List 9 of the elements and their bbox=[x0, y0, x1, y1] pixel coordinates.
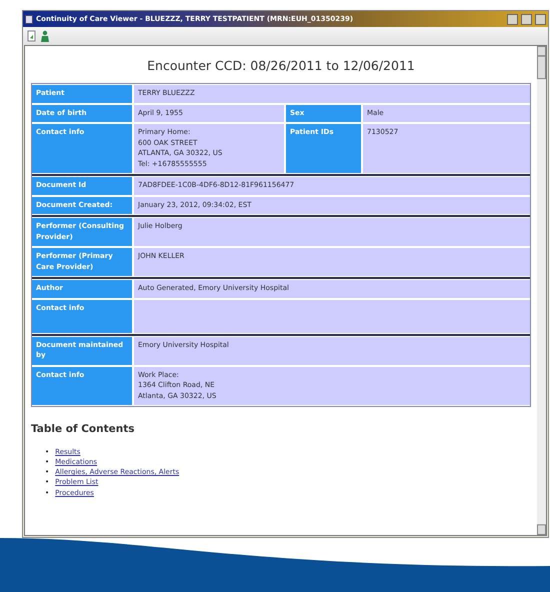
minimize-button[interactable] bbox=[507, 14, 518, 24]
scrollbar-drawing[interactable] bbox=[537, 46, 546, 535]
maximize-button[interactable] bbox=[521, 14, 532, 24]
app-icon bbox=[25, 14, 33, 24]
close-button[interactable] bbox=[535, 14, 546, 24]
page-icon[interactable] bbox=[27, 30, 37, 42]
person-icon[interactable] bbox=[40, 30, 50, 42]
document-heading: Encounter CCD: 08/26/2011 to 12/06/2011 bbox=[146, 57, 416, 75]
toc-heading: Table of Contents bbox=[31, 423, 136, 435]
